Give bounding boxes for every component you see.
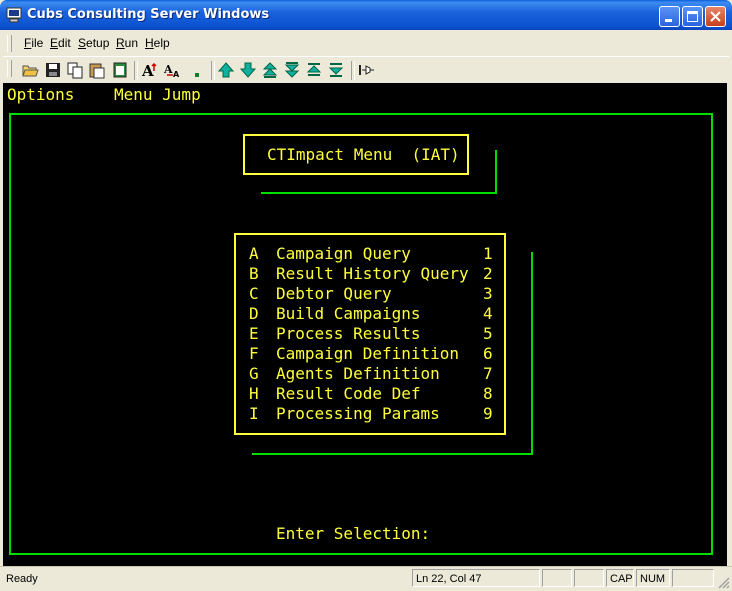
menu-option-label: Campaign Definition	[276, 344, 460, 363]
menu-option-number: 6	[483, 344, 493, 363]
status-bar: Ready Ln 22, Col 47 CAP NUM	[0, 566, 732, 591]
menu-option-label: Result Code Def	[276, 384, 421, 403]
menu-option-number: 9	[483, 404, 493, 423]
menu-run[interactable]: Run	[116, 36, 138, 50]
svg-text:A: A	[141, 62, 154, 79]
status-ready: Ready	[6, 573, 38, 585]
menu-option-number: 5	[483, 324, 493, 343]
menu-file-label: ile	[31, 36, 44, 50]
minimize-icon	[665, 19, 672, 22]
svg-text:A: A	[173, 70, 180, 79]
app-window: Cubs Consulting Server Windows File Edit…	[0, 0, 732, 591]
menu-option-number: 8	[483, 384, 493, 403]
menu-option-letter: I	[249, 404, 259, 423]
menu-option-label: Result History Query	[276, 264, 469, 283]
menu-option-letter: C	[249, 284, 259, 303]
menu-option-letter: G	[249, 364, 259, 383]
menu-help[interactable]: Help	[145, 36, 170, 50]
menu-option-letter: F	[249, 344, 259, 363]
menu-option-number: 7	[483, 364, 493, 383]
copy-icon[interactable]	[66, 61, 84, 79]
term-menu-jump[interactable]: Menu Jump	[114, 85, 201, 105]
menu-option-label: Campaign Query	[276, 244, 411, 263]
close-button[interactable]	[705, 6, 726, 27]
window-title: Cubs Consulting Server Windows	[27, 7, 270, 22]
title-bar[interactable]: Cubs Consulting Server Windows	[0, 0, 732, 30]
menu-option-letter: B	[249, 264, 259, 283]
menu-edit-label: dit	[58, 36, 71, 50]
menu-help-accel: H	[145, 36, 154, 50]
menu-option-letter: D	[249, 304, 259, 323]
menu-option-label: Process Results	[276, 324, 421, 343]
menu-option-number: 4	[483, 304, 493, 323]
minimize-button[interactable]	[659, 6, 680, 27]
menu-option-letter: A	[249, 244, 259, 263]
menu-edit[interactable]: Edit	[50, 36, 71, 50]
menu-option-number: 1	[483, 244, 493, 263]
menu-option-number: 3	[483, 284, 493, 303]
clipboard-icon[interactable]	[111, 61, 129, 79]
term-menu-options[interactable]: Options	[7, 85, 74, 105]
menu-run-label: un	[124, 36, 139, 50]
status-empty-1	[542, 569, 572, 587]
menu-run-accel: R	[116, 36, 125, 50]
status-cap: CAP	[606, 569, 634, 587]
paste-icon[interactable]	[88, 61, 106, 79]
maximize-button[interactable]	[682, 6, 703, 27]
selection-prompt: Enter Selection:	[276, 524, 431, 543]
disconnect-icon[interactable]	[357, 61, 375, 79]
status-empty-2	[574, 569, 604, 587]
page-down-icon[interactable]	[283, 61, 301, 79]
menubar-grip[interactable]	[7, 35, 12, 52]
terminal-screen[interactable]: Options Menu Jump CTImpact Menu (IAT) AC…	[3, 83, 727, 566]
menu-option-label: Debtor Query	[276, 284, 392, 303]
font-smaller-icon[interactable]: AA	[163, 61, 181, 79]
page-up-icon[interactable]	[261, 61, 279, 79]
menu-setup[interactable]: Setup	[78, 36, 109, 50]
close-icon	[710, 11, 721, 22]
menu-option-letter: H	[249, 384, 259, 403]
menu-bar: File Edit Setup Run Help	[3, 31, 729, 55]
small-font-icon[interactable]	[187, 61, 205, 79]
status-position: Ln 22, Col 47	[412, 569, 540, 587]
menu-option-label: Processing Params	[276, 404, 440, 423]
resize-grip-icon[interactable]	[718, 577, 730, 589]
bottom-icon[interactable]	[327, 61, 345, 79]
toolbar-separator	[351, 61, 355, 80]
svg-text:A: A	[163, 63, 173, 76]
menu-option-number: 2	[483, 264, 493, 283]
save-icon[interactable]	[44, 61, 62, 79]
app-icon	[6, 7, 22, 23]
menu-option-label: Build Campaigns	[276, 304, 421, 323]
toolbar-separator	[134, 61, 138, 80]
menu-file[interactable]: File	[24, 36, 43, 50]
status-num: NUM	[636, 569, 670, 587]
open-folder-icon[interactable]	[21, 61, 39, 79]
menu-help-label: elp	[153, 36, 170, 50]
text-cursor[interactable]	[422, 524, 432, 544]
maximize-icon	[687, 11, 698, 22]
toolbar-separator	[211, 61, 215, 80]
menu-title: CTImpact Menu (IAT)	[267, 145, 460, 164]
menu-setup-label: etup	[86, 36, 110, 50]
arrow-down-icon[interactable]	[239, 61, 257, 79]
toolbar-grip[interactable]	[7, 60, 12, 77]
menu-option-label: Agents Definition	[276, 364, 440, 383]
menu-option-letter: E	[249, 324, 259, 343]
toolbar: A AA	[3, 56, 729, 84]
top-icon[interactable]	[305, 61, 323, 79]
menu-setup-accel: S	[78, 36, 87, 50]
arrow-up-icon[interactable]	[217, 61, 235, 79]
font-larger-icon[interactable]: A	[141, 61, 159, 79]
status-empty-3	[672, 569, 714, 587]
menu-edit-accel: E	[50, 36, 59, 50]
